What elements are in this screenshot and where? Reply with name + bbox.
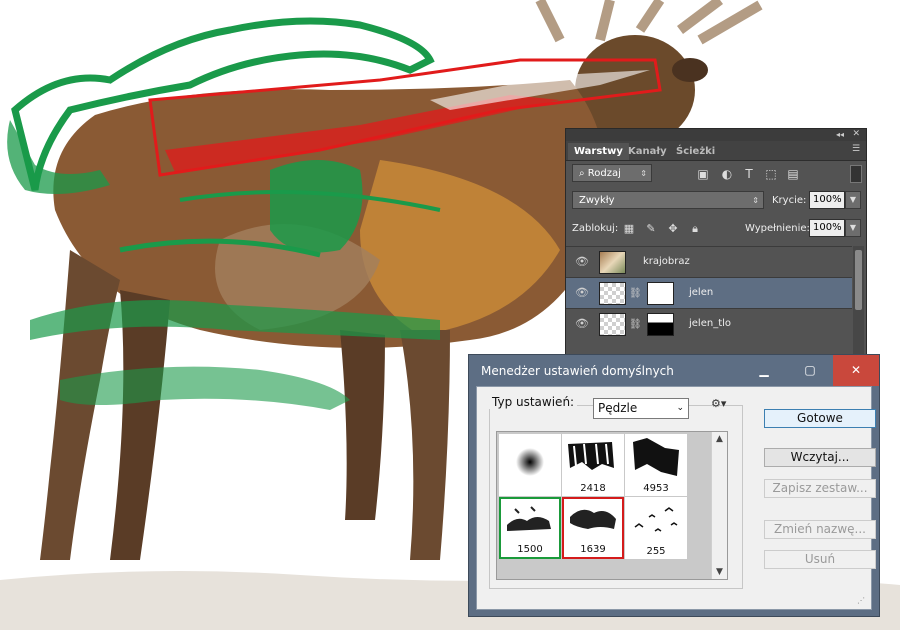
birds-brush-icon [634,507,678,532]
type-filter-icon[interactable]: T [742,167,756,181]
scroll-down-icon[interactable]: ▼ [712,565,727,579]
opacity-label: Krycie: [772,195,807,206]
lock-brush-icon[interactable]: ✎ [644,222,658,236]
preset-type-value: Pędzle [598,401,638,415]
layer-thumbnail [599,251,626,274]
resize-grip-icon[interactable]: ⋰ [857,596,867,606]
soft-round-brush-icon [516,448,544,476]
maximize-button[interactable]: ▢ [787,355,833,386]
layer-row-jelen[interactable]: 👁︎ ⛓ jelen [566,277,852,308]
layer-row-jelen-tlo[interactable]: 👁︎ ⛓ jelen_tlo [566,308,852,339]
filter-toggle-icon[interactable] [850,165,862,183]
opacity-input[interactable]: 100% [809,191,845,209]
preset-type-select[interactable]: Pędzle ⌄ [593,398,689,419]
preset-grid: 2418 4953 1500 1639 255 ▲ ▼ [496,431,728,580]
layer-mask-thumbnail[interactable] [647,282,674,305]
lock-transparent-icon[interactable]: ▦ [622,222,636,236]
preset-manager-dialog: Menedżer ustawień domyślnych ▁ ▢ ✕ Typ u… [468,354,880,617]
close-icon[interactable]: ✕ [852,129,860,139]
filter-kind-value: Rodzaj [587,168,621,179]
chevron-down-icon: ⌄ [676,403,684,413]
fill-label: Wypełnienie: [745,223,810,234]
scroll-up-icon[interactable]: ▲ [712,432,727,446]
layer-name: jelen_tlo [689,318,732,329]
layers-scrollbar[interactable] [853,246,864,358]
close-button[interactable]: ✕ [833,355,879,386]
preset-type-label: Typ ustawień: [489,395,578,409]
chevron-updown-icon: ⇕ [752,196,759,205]
cloud-brush-icon [570,509,616,529]
preset-size: 1639 [580,544,606,555]
blend-mode-select[interactable]: Zwykły ⇕ [572,191,764,209]
preset-item-selected-green[interactable]: 1500 [499,497,561,559]
image-filter-icon[interactable]: ▣ [696,167,710,181]
cloud-brush-icon [507,506,551,531]
chevron-updown-icon: ⇕ [640,169,647,178]
preset-item[interactable]: 4953 [625,434,687,496]
preset-item-selected-red[interactable]: 1639 [562,497,624,559]
layer-thumbnail [599,313,626,336]
save-set-button[interactable]: Zapisz zestaw... [764,479,876,498]
layers-panel: ◂◂ ✕ Warstwy Kanały Ścieżki ☰ ⌕ Rodzaj ⇕… [565,128,867,360]
preset-item[interactable]: 2418 [562,434,624,496]
preset-size: 4953 [643,483,669,494]
lock-all-icon[interactable]: 🔒︎ [688,222,702,236]
collapse-icon[interactable]: ◂◂ [836,130,844,139]
tab-channels[interactable]: Kanały [622,143,673,160]
lock-move-icon[interactable]: ✥ [666,222,680,236]
smart-object-filter-icon[interactable]: ▤ [786,167,800,181]
preset-item[interactable] [499,434,561,496]
grunge-brush-icon [633,438,679,476]
dialog-title: Menedżer ustawień domyślnych [481,364,674,378]
preset-item[interactable]: 255 [625,497,687,559]
scrollbar-thumb[interactable] [855,250,862,310]
adjustment-filter-icon[interactable]: ◐ [720,167,734,181]
opacity-dropdown-icon[interactable]: ▼ [845,191,861,209]
load-button[interactable]: Wczytaj... [764,448,876,467]
minimize-button[interactable]: ▁ [741,355,787,386]
lock-label: Zablokuj: [572,223,619,234]
link-chain-icon[interactable]: ⛓ [629,288,642,299]
tab-paths[interactable]: Ścieżki [670,143,721,160]
layer-mask-thumbnail[interactable] [647,313,674,336]
layer-thumbnail [599,282,626,305]
fill-dropdown-icon[interactable]: ▼ [845,219,861,237]
dialog-body: Typ ustawień: Pędzle ⌄ ⚙▾ 2418 4953 1500… [476,386,876,610]
panel-tabs: Warstwy Kanały Ścieżki ☰ [566,141,866,161]
layer-row-krajobraz[interactable]: 👁︎ krajobraz [566,246,852,277]
gear-icon[interactable]: ⚙▾ [711,397,726,410]
preset-scrollbar[interactable]: ▲ ▼ [711,432,727,579]
visibility-eye-icon[interactable]: 👁︎ [575,287,589,299]
fill-input[interactable]: 100% [809,219,845,237]
preset-size: 2418 [580,483,606,494]
done-button[interactable]: Gotowe [764,409,876,428]
blend-mode-value: Zwykły [579,195,615,206]
panel-menu-icon[interactable]: ☰ [852,145,862,154]
layer-name: jelen [689,287,714,298]
delete-button[interactable]: Usuń [764,550,876,569]
panel-titlebar[interactable]: ◂◂ ✕ [566,129,866,141]
grunge-brush-icon [568,442,614,470]
preset-size: 255 [646,546,666,557]
filter-kind-select[interactable]: ⌕ Rodzaj ⇕ [572,164,652,182]
layer-name: krajobraz [643,256,690,267]
link-chain-icon[interactable]: ⛓ [629,319,642,330]
preset-size: 1500 [517,544,543,555]
visibility-eye-icon[interactable]: 👁︎ [575,256,589,268]
shape-filter-icon[interactable]: ⬚ [764,167,778,181]
rename-button[interactable]: Zmień nazwę... [764,520,876,539]
tab-layers[interactable]: Warstwy [568,143,629,160]
visibility-eye-icon[interactable]: 👁︎ [575,318,589,330]
search-icon: ⌕ [579,168,588,179]
